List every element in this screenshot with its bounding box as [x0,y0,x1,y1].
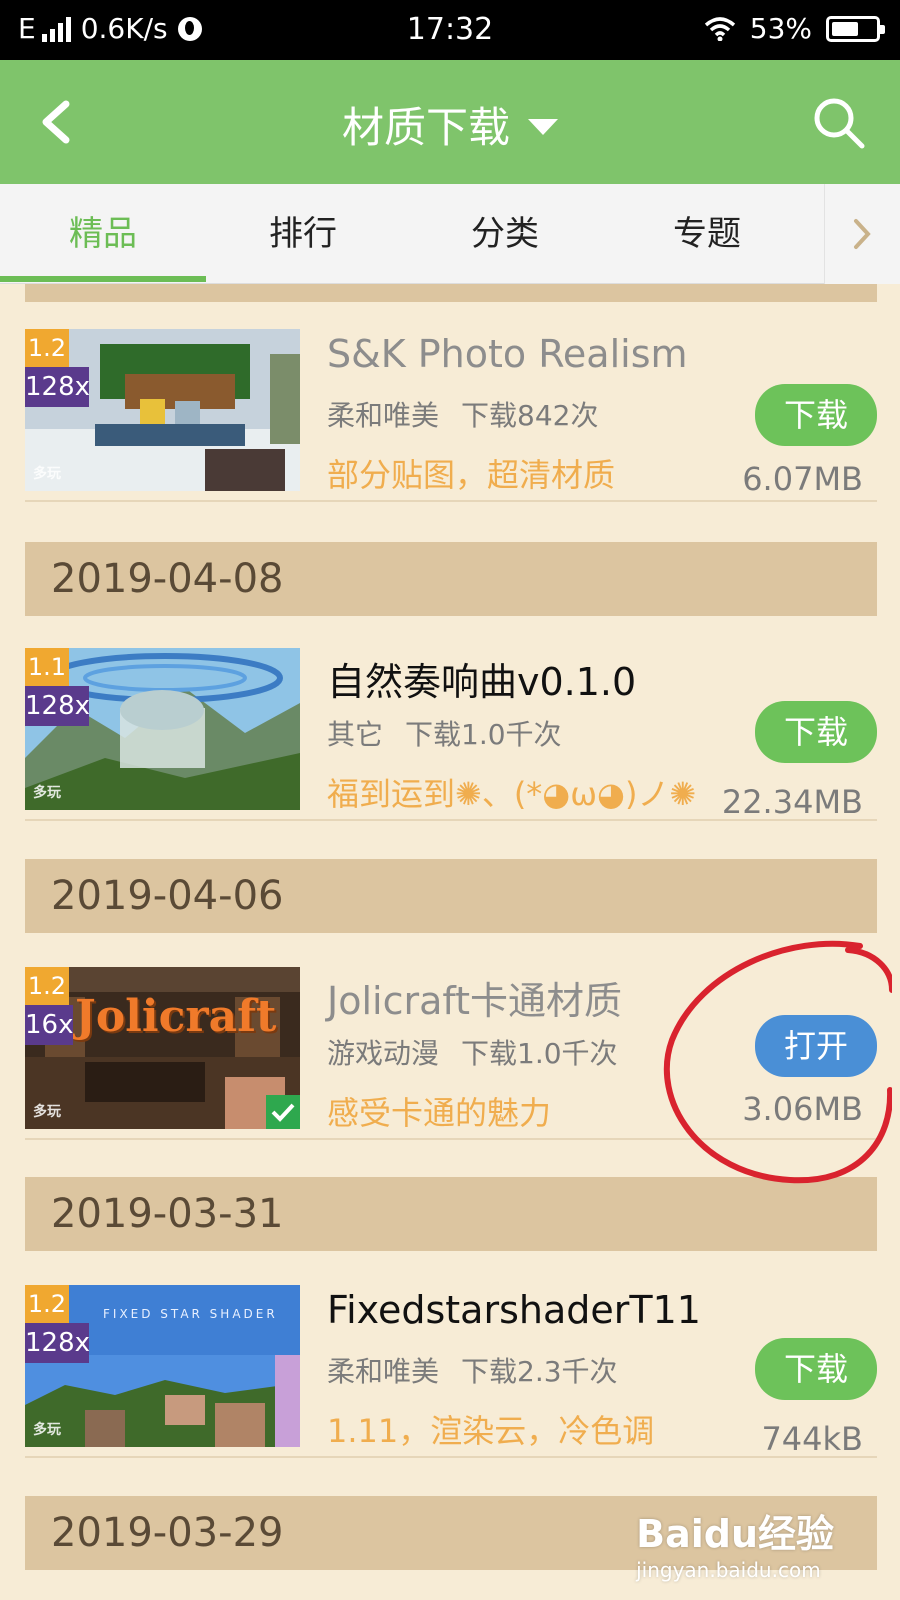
date-header: 2019-04-08 [25,542,877,616]
list-item[interactable]: 1.1 128x 多玩 自然奏响曲v0.1.0 其它 下载1.0千次 福到运到✺、… [25,621,877,821]
thumbnail-logo: 多玩 [33,1422,61,1438]
version-badge: 1.2 [25,329,69,367]
date-header: 2019-04-06 [25,859,877,933]
item-category: 其它 [327,718,384,751]
item-meta: 柔和唯美 下载2.3千次 [327,1350,618,1390]
download-button[interactable]: 下载 [755,701,877,763]
status-right: 53% [704,12,885,45]
thumbnail-logo: 多玩 [33,466,61,482]
page-title: 材质下载 [341,103,510,152]
texture-thumbnail: 1.1 128x 多玩 [25,648,300,810]
wifi-icon [704,16,735,41]
tab-category[interactable]: 分类 [402,184,608,284]
page-title-dropdown[interactable]: 材质下载 [0,94,900,155]
item-description: 部分贴图，超清材质 [327,456,616,494]
chevron-right-icon [854,219,871,249]
item-category: 柔和唯美 [327,1355,440,1388]
tab-topics[interactable]: 专题 [604,184,810,284]
item-category: 游戏动漫 [327,1037,440,1070]
installed-check-icon [266,1095,300,1129]
battery-icon [826,15,885,42]
thumbnail-text: FIXED STAR SHADER [103,1307,278,1321]
caret-down-icon [528,118,558,135]
item-meta: 其它 下载1.0千次 [327,713,562,753]
version-badge: 1.2 [25,1285,69,1323]
file-size: 3.06MB [742,1090,863,1128]
item-downloads: 下载1.0千次 [405,718,562,751]
item-title: S&K Photo Realism [327,332,688,376]
item-title: 自然奏响曲v0.1.0 [327,660,637,704]
status-bar: E 0.6K/s 17:32 53% [0,0,900,60]
tab-featured[interactable]: 精品 [0,184,206,284]
file-size: 22.34MB [721,783,863,821]
date-header: 2019-03-31 [25,1177,877,1251]
list-item[interactable]: 1.2 128x 多玩 S&K Photo Realism 柔和唯美 下载842次… [25,302,877,502]
item-title: Jolicraft卡通材质 [327,979,622,1023]
item-downloads: 下载1.0千次 [461,1037,618,1070]
watermark-brand: Baidu经验 [636,1512,834,1556]
version-badge: 1.1 [25,648,69,686]
download-button[interactable]: 下载 [755,1338,877,1400]
item-downloads: 下载842次 [461,399,599,432]
texture-list: 2019-04-10 1.2 128x 多玩 S&K Photo Realism… [0,284,900,1600]
thumbnail-logo: 多玩 [33,1104,61,1120]
tab-bar: 精品 排行 分类 专题 [0,184,900,284]
tab-indicator [0,276,206,282]
date-header: 2019-04-10 [25,284,877,302]
open-button[interactable]: 打开 [755,1015,877,1077]
resolution-badge: 128x [25,1323,90,1363]
item-description: 感受卡通的魅力 [327,1094,552,1132]
resolution-badge: 128x [25,367,90,407]
item-description: 1.11，渲染云，冷色调 [327,1412,655,1450]
watermark: Baidu经验 jingyan.baidu.com [636,1503,834,1582]
thumbnail-text: Jolicraft [75,991,277,1042]
tab-more-button[interactable] [824,184,900,284]
list-item[interactable]: Jolicraft 1.2 16x 多玩 Jolicraft卡通材质 游戏动漫下… [25,940,877,1140]
download-button[interactable]: 下载 [755,384,877,446]
texture-thumbnail: FIXED STAR SHADER 1.2 128x 多玩 [25,1285,300,1447]
thumbnail-logo: 多玩 [33,785,61,801]
texture-thumbnail: 1.2 128x 多玩 [25,329,300,491]
version-badge: 1.2 [25,967,69,1005]
app-header: 材质下载 [0,60,900,184]
file-size: 744kB [761,1420,863,1458]
resolution-badge: 16x [25,1005,73,1045]
battery-percent: 53% [749,12,812,45]
tab-ranking[interactable]: 排行 [200,184,406,284]
item-category: 柔和唯美 [327,399,440,432]
item-meta: 游戏动漫 下载1.0千次 [327,1032,618,1072]
file-size: 6.07MB [742,460,863,498]
texture-thumbnail: Jolicraft 1.2 16x 多玩 [25,967,300,1129]
item-title: FixedstarshaderT11 [327,1288,701,1332]
watermark-url: jingyan.baidu.com [636,1558,821,1582]
item-description: 福到运到✺、(*◕ω◕)ノ✺ [327,775,697,813]
resolution-badge: 128x [25,686,90,726]
search-icon[interactable] [812,96,866,150]
list-item[interactable]: FIXED STAR SHADER 1.2 128x 多玩 Fixedstars… [25,1258,877,1458]
item-downloads: 下载2.3千次 [461,1355,618,1388]
item-meta: 柔和唯美 下载842次 [327,394,598,434]
